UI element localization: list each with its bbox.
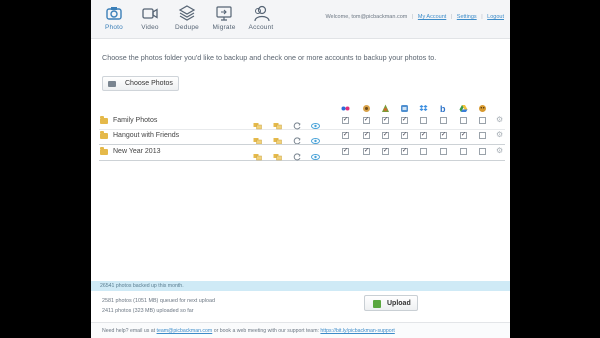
dropbox-checkbox[interactable] <box>420 117 427 124</box>
welcome-text: Welcome, <box>325 14 350 20</box>
folder-icon <box>100 147 108 155</box>
footer: Need help? email us at team@picbackman.c… <box>91 322 510 338</box>
nav-dedupe-label: Dedupe <box>175 24 199 31</box>
photobucket-icon <box>362 100 371 112</box>
logout-link[interactable]: Logout <box>487 14 504 20</box>
refresh-icon[interactable] <box>293 117 302 130</box>
photo-dest-icon[interactable] <box>273 148 282 161</box>
google-drive-checkbox[interactable] <box>460 117 467 124</box>
smugmug-checkbox[interactable]: ✓ <box>401 148 408 155</box>
photo-source-icon[interactable] <box>253 148 262 161</box>
account-bar: Welcome, tom@picbackman.com | My Account… <box>325 14 504 20</box>
top-nav-bar: Photo Video Dedupe Migrate Account Welco… <box>91 0 510 39</box>
footer-email-link[interactable]: team@picbackman.com <box>157 328 213 334</box>
folder-row[interactable]: New Year 2013 ✓ ✓ ✓ ✓ ⚙ <box>99 144 505 161</box>
view-icon[interactable] <box>311 132 320 144</box>
picasa-checkbox[interactable]: ✓ <box>382 132 389 139</box>
google-drive-checkbox[interactable] <box>460 148 467 155</box>
smugmug-checkbox[interactable]: ✓ <box>401 117 408 124</box>
footer-middle-text: or book a web meeting with our support t… <box>213 328 319 334</box>
backup-status-text: 26541 photos backed up this month. <box>100 283 184 289</box>
nav-photo[interactable]: Photo <box>96 4 132 36</box>
gear-icon[interactable]: ⚙ <box>496 116 504 124</box>
user-icon <box>243 4 279 22</box>
picasa-checkbox[interactable]: ✓ <box>382 117 389 124</box>
flickr-icon <box>341 100 350 111</box>
footer-help-text: Need help? email us at <box>102 328 156 334</box>
folder-name: Family Photos <box>113 117 158 124</box>
folder-name: New Year 2013 <box>113 148 161 155</box>
photo-dest-icon[interactable] <box>273 132 282 145</box>
picasa-checkbox[interactable]: ✓ <box>382 148 389 155</box>
folder-name: Hangout with Friends <box>113 132 180 139</box>
dropbox-icon <box>419 100 428 111</box>
queue-info: 2581 photos (1051 MB) queued for next up… <box>102 296 215 316</box>
folder-image-icon <box>108 81 116 87</box>
folder-row[interactable]: Family Photos ✓ ✓ ✓ ✓ ⚙ <box>99 114 505 130</box>
folder-icon <box>100 116 108 124</box>
flickr-checkbox[interactable]: ✓ <box>342 132 349 139</box>
box-checkbox[interactable]: ✓ <box>440 132 447 139</box>
backup-status-band: 26541 photos backed up this month. <box>91 281 510 291</box>
dropbox-checkbox[interactable]: ✓ <box>420 132 427 139</box>
folder-icon <box>100 131 108 139</box>
photobucket-checkbox[interactable]: ✓ <box>363 148 370 155</box>
smugmug-checkbox[interactable]: ✓ <box>401 132 408 139</box>
uploaded-text: 2411 photos (323 MB) uploaded so far <box>102 308 194 314</box>
nav-video[interactable]: Video <box>132 4 168 36</box>
settings-link[interactable]: Settings <box>457 14 477 20</box>
upload-button[interactable]: Upload <box>364 295 418 311</box>
zenfolio-checkbox[interactable] <box>479 132 486 139</box>
video-camera-icon <box>132 4 168 22</box>
camera-icon <box>96 4 132 22</box>
zenfolio-checkbox[interactable] <box>479 148 486 155</box>
photo-source-icon[interactable] <box>253 117 262 130</box>
zenfolio-icon <box>478 100 487 112</box>
gear-icon[interactable]: ⚙ <box>496 147 504 155</box>
photo-dest-icon[interactable] <box>273 117 282 130</box>
gear-icon[interactable]: ⚙ <box>496 131 504 139</box>
box-checkbox[interactable] <box>440 117 447 124</box>
refresh-icon[interactable] <box>293 148 302 161</box>
my-account-link[interactable]: My Account <box>418 14 446 20</box>
intro-text: Choose the photos folder you'd like to b… <box>102 53 437 62</box>
nav-account[interactable]: Account <box>243 4 279 36</box>
migrate-icon <box>206 4 242 22</box>
choose-photos-button[interactable]: Choose Photos <box>102 76 179 91</box>
nav-migrate[interactable]: Migrate <box>206 4 242 36</box>
box-icon: b <box>439 100 448 114</box>
box-checkbox[interactable] <box>440 148 447 155</box>
flickr-checkbox[interactable]: ✓ <box>342 117 349 124</box>
google-drive-icon <box>459 100 468 112</box>
nav-video-label: Video <box>141 24 159 31</box>
user-email: tom@picbackman.com <box>351 14 408 20</box>
upload-label: Upload <box>387 300 411 307</box>
upload-arrow-icon <box>373 300 381 308</box>
choose-photos-label: Choose Photos <box>125 80 173 87</box>
smugmug-icon <box>400 100 409 112</box>
view-icon[interactable] <box>311 117 320 129</box>
picasa-icon <box>381 100 390 112</box>
footer-support-link[interactable]: https://bit.ly/picbackman-support <box>320 328 394 334</box>
refresh-icon[interactable] <box>293 132 302 145</box>
folder-row[interactable]: Hangout with Friends ✓ ✓ ✓ ✓ ✓ ✓ ✓ ⚙ <box>99 129 505 145</box>
app-window: Photo Video Dedupe Migrate Account Welco… <box>91 0 510 338</box>
nav-account-label: Account <box>248 24 274 31</box>
zenfolio-checkbox[interactable] <box>479 117 486 124</box>
google-drive-checkbox[interactable]: ✓ <box>460 132 467 139</box>
photobucket-checkbox[interactable]: ✓ <box>363 117 370 124</box>
photo-source-icon[interactable] <box>253 132 262 145</box>
flickr-checkbox[interactable]: ✓ <box>342 148 349 155</box>
queued-text: 2581 photos (1051 MB) queued for next up… <box>102 298 215 304</box>
nav-photo-label: Photo <box>105 24 123 31</box>
svg-text:b: b <box>440 104 446 113</box>
dropbox-checkbox[interactable] <box>420 148 427 155</box>
nav-dedupe[interactable]: Dedupe <box>169 4 205 36</box>
layers-icon <box>169 4 205 22</box>
nav-migrate-label: Migrate <box>212 24 236 31</box>
view-icon[interactable] <box>311 148 320 160</box>
photobucket-checkbox[interactable]: ✓ <box>363 132 370 139</box>
